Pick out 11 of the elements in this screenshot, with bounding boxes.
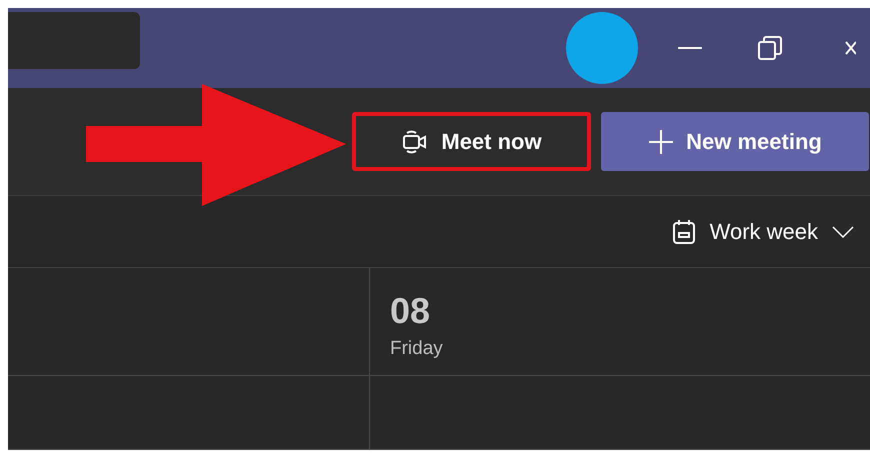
meet-now-button[interactable]: Meet now bbox=[352, 112, 591, 171]
search-field[interactable] bbox=[8, 12, 140, 68]
view-dropdown[interactable]: Work week bbox=[666, 218, 860, 246]
minimize-icon[interactable] bbox=[678, 46, 702, 50]
chevron-down-icon bbox=[832, 226, 854, 238]
calendar-icon bbox=[672, 218, 696, 244]
new-meeting-button[interactable]: New meeting bbox=[601, 112, 869, 171]
plus-icon bbox=[648, 128, 674, 154]
day-number: 08 bbox=[390, 290, 430, 332]
day-name: Friday bbox=[390, 338, 443, 360]
restore-icon[interactable] bbox=[757, 35, 783, 61]
